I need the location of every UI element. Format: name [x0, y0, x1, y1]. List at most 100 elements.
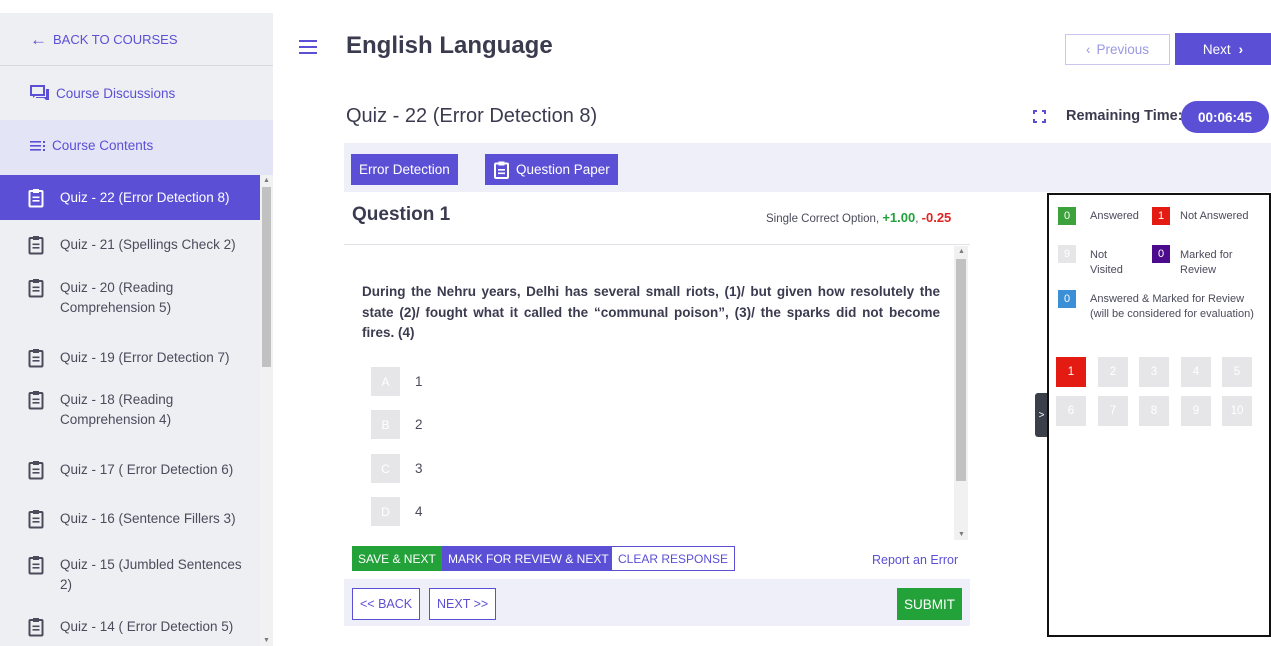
- remaining-time-label: Remaining Time:: [1066, 108, 1183, 124]
- course-item-label: Quiz - 18 (Reading Comprehension 4): [60, 392, 174, 427]
- course-discussions-link[interactable]: Course Discussions: [30, 85, 175, 101]
- option-letter: C: [371, 454, 400, 483]
- answered-marked-label: Answered & Marked for Review (will be co…: [1090, 293, 1254, 320]
- question-number-button[interactable]: 10: [1222, 396, 1252, 426]
- answered-count: 0: [1058, 207, 1076, 225]
- back-button[interactable]: << BACK: [352, 588, 421, 620]
- marked-review-label: Marked for Review: [1180, 249, 1233, 276]
- option-letter: D: [371, 497, 400, 526]
- option-text: 2: [415, 417, 423, 432]
- negative-marks: -0.25: [921, 210, 952, 225]
- question-number-button[interactable]: 4: [1181, 357, 1211, 387]
- course-item-label: Quiz - 20 (Reading Comprehension 5): [60, 280, 174, 315]
- section-bar: [344, 143, 1271, 192]
- question-text: During the Nehru years, Delhi has severa…: [362, 284, 940, 340]
- question-number-button[interactable]: 1: [1056, 357, 1086, 387]
- course-contents-link[interactable]: Course Contents: [30, 138, 153, 153]
- course-item-label: Quiz - 14 ( Error Detection 5): [60, 619, 234, 634]
- scroll-up-icon[interactable]: ▲: [958, 248, 965, 255]
- chevron-left-icon: ‹: [1085, 42, 1091, 57]
- answered-marked-count: 0: [1058, 290, 1076, 308]
- option-text: 1: [415, 374, 423, 389]
- sidebar: ← BACK TO COURSES Course Discussions Cou…: [0, 13, 273, 646]
- back-to-courses-link[interactable]: ← BACK TO COURSES: [30, 31, 178, 48]
- option-letter: B: [371, 410, 400, 439]
- course-item-label: Quiz - 16 (Sentence Fillers 3): [60, 511, 236, 526]
- course-item-quiz-19[interactable]: Quiz - 19 (Error Detection 7): [0, 335, 260, 380]
- option-text: 3: [415, 461, 423, 476]
- positive-marks: +1.00: [882, 210, 916, 225]
- question-number-button[interactable]: 9: [1181, 396, 1211, 426]
- option-c[interactable]: C 3: [371, 454, 423, 483]
- course-item-quiz-15[interactable]: Quiz - 15 (Jumbled Sentences 2): [0, 543, 260, 613]
- course-list: Quiz - 22 (Error Detection 8) Quiz - 21 …: [0, 175, 260, 646]
- document-icon: [28, 348, 44, 367]
- question-scrollbar[interactable]: ▲ ▼: [954, 246, 968, 540]
- option-b[interactable]: B 2: [371, 410, 423, 439]
- document-icon: [28, 391, 44, 410]
- course-item-quiz-17[interactable]: Quiz - 17 ( Error Detection 6): [0, 445, 260, 495]
- back-to-courses-label: BACK TO COURSES: [53, 32, 178, 47]
- mark-for-review-button[interactable]: MARK FOR REVIEW & NEXT: [442, 546, 615, 571]
- list-icon: [30, 140, 45, 151]
- not-answered-count: 1: [1152, 207, 1170, 225]
- scroll-down-icon[interactable]: ▼: [263, 637, 270, 644]
- sidebar-scrollbar[interactable]: ▲ ▼: [260, 175, 273, 646]
- section-tab-label: Error Detection: [359, 162, 450, 177]
- previous-label: Previous: [1096, 42, 1150, 57]
- option-text: 4: [415, 504, 423, 519]
- submit-button[interactable]: SUBMIT: [897, 588, 962, 620]
- course-item-quiz-14[interactable]: Quiz - 14 ( Error Detection 5): [0, 613, 260, 646]
- scroll-up-icon[interactable]: ▲: [263, 177, 270, 184]
- report-error-link[interactable]: Report an Error: [872, 553, 958, 567]
- question-number-button[interactable]: 2: [1098, 357, 1128, 387]
- option-a[interactable]: A 1: [371, 367, 423, 396]
- marked-review-count: 0: [1152, 245, 1170, 263]
- question-number-button[interactable]: 3: [1139, 357, 1169, 387]
- next-label: Next: [1202, 41, 1231, 57]
- course-discussions-label: Course Discussions: [56, 85, 176, 101]
- scroll-down-icon[interactable]: ▼: [958, 531, 965, 538]
- course-item-quiz-22[interactable]: Quiz - 22 (Error Detection 8): [0, 175, 260, 220]
- page-title: English Language: [346, 32, 553, 59]
- document-icon: [28, 236, 44, 255]
- question-palette: 0 Answered 1 Not Answered 9 Not Visited …: [1047, 193, 1271, 637]
- not-answered-label: Not Answered: [1180, 210, 1249, 222]
- marking-scheme: Single Correct Option, +1.00, -0.25: [766, 210, 952, 225]
- sidebar-scroll-thumb[interactable]: [262, 187, 271, 367]
- question-number-button[interactable]: 7: [1098, 396, 1128, 426]
- save-and-next-button[interactable]: SAVE & NEXT: [352, 546, 442, 571]
- next-button[interactable]: Next ›: [1175, 33, 1271, 65]
- course-item-quiz-18[interactable]: Quiz - 18 (Reading Comprehension 4): [0, 380, 260, 445]
- question-number-button[interactable]: 6: [1056, 396, 1086, 426]
- quiz-title: Quiz - 22 (Error Detection 8): [346, 105, 598, 127]
- menu-toggle-button[interactable]: [299, 40, 317, 54]
- course-item-label: Quiz - 21 (Spellings Check 2): [60, 237, 236, 252]
- chat-icon: [30, 85, 49, 100]
- question-paper-button[interactable]: Question Paper: [485, 154, 618, 185]
- option-letter: A: [371, 367, 400, 396]
- document-icon: [28, 461, 44, 480]
- fullscreen-icon[interactable]: [1033, 110, 1046, 123]
- document-icon: [28, 188, 44, 207]
- next-question-button[interactable]: NEXT >>: [429, 588, 497, 620]
- document-icon: [28, 618, 44, 637]
- course-item-quiz-20[interactable]: Quiz - 20 (Reading Comprehension 5): [0, 270, 260, 335]
- previous-button[interactable]: ‹ Previous: [1065, 34, 1170, 65]
- question-paper-label: Question Paper: [516, 162, 610, 177]
- document-icon: [28, 556, 44, 575]
- course-item-label: Quiz - 17 ( Error Detection 6): [60, 462, 234, 477]
- divider: [344, 244, 970, 245]
- question-heading: Question 1: [352, 204, 451, 225]
- course-item-quiz-16[interactable]: Quiz - 16 (Sentence Fillers 3): [0, 495, 260, 543]
- question-scroll-thumb[interactable]: [956, 259, 966, 481]
- course-item-label: Quiz - 15 (Jumbled Sentences 2): [60, 557, 242, 592]
- clear-response-button[interactable]: CLEAR RESPONSE: [611, 546, 736, 571]
- option-d[interactable]: D 4: [371, 497, 423, 526]
- course-item-quiz-21[interactable]: Quiz - 21 (Spellings Check 2): [0, 220, 260, 270]
- question-number-button[interactable]: 5: [1222, 357, 1252, 387]
- question-number-button[interactable]: 8: [1139, 396, 1169, 426]
- document-icon: [28, 510, 44, 529]
- section-tab-error-detection[interactable]: Error Detection: [351, 154, 458, 185]
- divider: [0, 65, 273, 66]
